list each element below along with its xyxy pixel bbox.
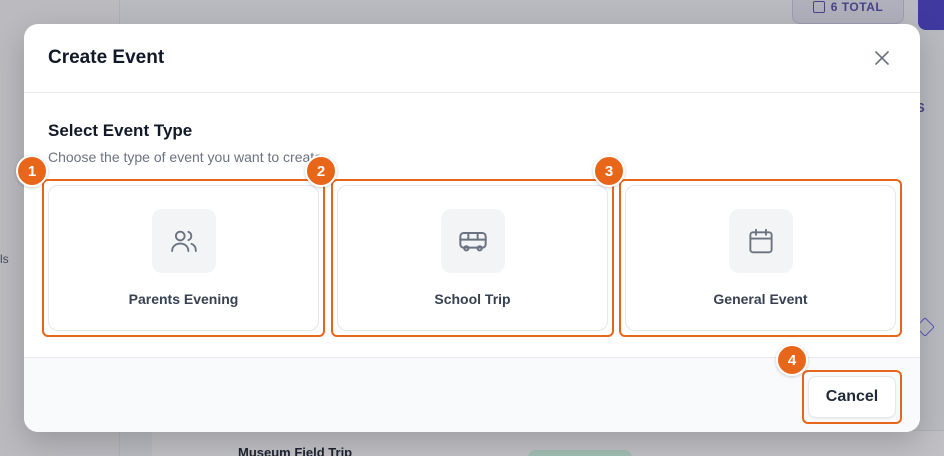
close-icon (875, 51, 889, 65)
event-type-label: General Event (713, 291, 808, 307)
event-type-option-school-trip[interactable]: School Trip (337, 185, 608, 331)
users-icon (170, 230, 197, 252)
section-title: Select Event Type (48, 121, 193, 140)
marker-badge-1: 1 (16, 155, 48, 187)
cancel-button[interactable]: Cancel (808, 376, 896, 418)
bus-icon (458, 232, 487, 252)
marker-badge-2: 2 (305, 155, 337, 187)
event-type-option-parents-evening-outline: Parents Evening (42, 179, 325, 337)
modal-title: Create Event (48, 47, 165, 68)
section-subtitle: Choose the type of event you want to cre… (48, 149, 322, 165)
event-type-label: Parents Evening (128, 291, 239, 307)
close-button[interactable] (868, 44, 896, 72)
marker-badge-3: 3 (593, 155, 625, 187)
event-type-option-general-event-outline: General Event (619, 179, 902, 337)
event-type-icon-box (151, 209, 216, 273)
event-type-label: School Trip (434, 291, 511, 307)
cancel-button-outline: Cancel (802, 370, 902, 424)
event-type-icon-box (728, 209, 793, 273)
calendar-icon (748, 228, 773, 254)
event-type-option-school-trip-outline: School Trip (331, 179, 614, 337)
marker-badge-4: 4 (776, 344, 808, 376)
event-type-icon-box (440, 209, 505, 273)
event-type-option-parents-evening[interactable]: Parents Evening (48, 185, 319, 331)
modal-header: Create Event (24, 24, 920, 93)
event-type-option-general-event[interactable]: General Event (625, 185, 896, 331)
